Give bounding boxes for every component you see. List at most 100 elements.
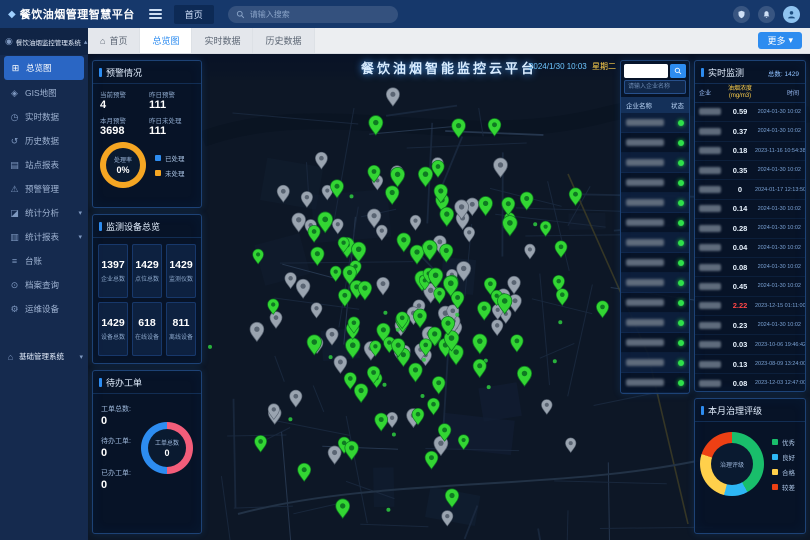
- sidebar-item-base-system[interactable]: ⌂ 基础管理系统 ▾: [0, 343, 88, 370]
- company-list-panel: 企业名称 状态: [620, 60, 690, 394]
- blurred-company-name: [626, 199, 664, 206]
- company-row[interactable]: [621, 373, 689, 393]
- company-row[interactable]: [621, 253, 689, 273]
- chevron-down-icon: ▾: [79, 353, 83, 361]
- tab-历史数据[interactable]: 历史数据: [253, 28, 314, 53]
- company-row[interactable]: [621, 113, 689, 133]
- sidebar-item-stat-report[interactable]: ▥统计报表▾: [0, 225, 88, 249]
- sidebar-item-site-report[interactable]: ▤站点报表: [0, 153, 88, 177]
- realtime-row[interactable]: 0 2024-01-17 12:13:50: [695, 180, 805, 199]
- chevron-down-icon: ▾: [78, 209, 82, 217]
- sidebar-item-overview[interactable]: ⊞总览图: [4, 56, 84, 80]
- company-row[interactable]: [621, 353, 689, 373]
- sidebar-item-stat-analysis[interactable]: ◪统计分析▾: [0, 201, 88, 225]
- sidebar-item-archive[interactable]: ⊙档案查询: [0, 273, 88, 297]
- realtime-row[interactable]: 0.35 2024-01-30 10:02: [695, 161, 805, 180]
- sidebar-item-realtime-data[interactable]: ◷实时数据: [0, 105, 88, 129]
- concentration-value: 0.37: [725, 127, 755, 136]
- blurred-company-name: [699, 147, 725, 154]
- sidebar-system-header[interactable]: ◉ 餐饮油烟监控管理系统 ▴: [0, 28, 88, 55]
- sidebar-item-ledger[interactable]: ≡台账: [0, 249, 88, 273]
- status-online-dot: [678, 160, 684, 166]
- company-row[interactable]: [621, 193, 689, 213]
- more-button[interactable]: 更多 ▾: [758, 32, 802, 49]
- device-icon: ⚙: [9, 304, 20, 315]
- global-search-input[interactable]: [250, 10, 390, 19]
- sidebar-item-label: 档案查询: [25, 279, 59, 291]
- company-row[interactable]: [621, 313, 689, 333]
- map-pin: [540, 221, 551, 236]
- tab-总览图[interactable]: 总览图: [140, 28, 192, 53]
- blurred-company-name: [626, 259, 664, 266]
- company-row[interactable]: [621, 173, 689, 193]
- warning-stat: 本月预警 3698: [100, 115, 145, 138]
- shield-icon[interactable]: [733, 6, 750, 23]
- realtime-row[interactable]: 0.03 2023-10-06 19:46:42: [695, 335, 805, 354]
- map-pin: [307, 335, 321, 355]
- company-row[interactable]: [621, 133, 689, 153]
- company-row[interactable]: [621, 153, 689, 173]
- warning-stat: 当前预警 4: [100, 89, 145, 112]
- device-stat: 1429 点位总数: [132, 244, 162, 298]
- sidebar-item-gis-map[interactable]: ◈GIS地图: [0, 81, 88, 105]
- realtime-row[interactable]: 0.18 2023-11-16 10:54:38: [695, 142, 805, 161]
- search-button[interactable]: [670, 64, 686, 78]
- realtime-row[interactable]: 0.37 2024-01-30 10:02: [695, 122, 805, 141]
- realtime-row[interactable]: 0.59 2024-01-30 10:02: [695, 103, 805, 122]
- workorder-panel-title: 待办工单: [93, 371, 201, 394]
- breadcrumb-home[interactable]: 首页: [174, 5, 214, 24]
- company-row[interactable]: [621, 233, 689, 253]
- sidebar-item-history-data[interactable]: ↺历史数据: [0, 129, 88, 153]
- map-pin: [541, 400, 552, 415]
- warning-stat: 昨日预警 111: [149, 89, 194, 112]
- sidebar: ◉ 餐饮油烟监控管理系统 ▴ ⊞总览图◈GIS地图◷实时数据↺历史数据▤站点报表…: [0, 28, 88, 540]
- realtime-row[interactable]: 0.04 2024-01-30 10:02: [695, 239, 805, 258]
- map-pin: [432, 376, 445, 394]
- sidebar-item-warning-mgmt[interactable]: ⚠预警管理: [0, 177, 88, 201]
- realtime-row[interactable]: 0.23 2024-01-30 10:02: [695, 316, 805, 335]
- realtime-row[interactable]: 0.28 2024-01-30 10:02: [695, 219, 805, 238]
- tab-首页[interactable]: ⌂首页: [88, 28, 140, 53]
- company-row[interactable]: [621, 293, 689, 313]
- device-stat: 618 在线设备: [132, 302, 162, 356]
- sidebar-item-label: 预警管理: [25, 183, 59, 195]
- status-online-dot: [678, 120, 684, 126]
- concentration-value: 0: [725, 185, 755, 194]
- company-rows: [621, 113, 689, 393]
- sidebar-item-devices[interactable]: ⚙运维设备: [0, 297, 88, 321]
- map-pin: [250, 322, 264, 341]
- realtime-panel-title: 实时监测 总数: 1429: [695, 61, 805, 84]
- search-icon: [674, 67, 682, 75]
- map-pin: [328, 446, 341, 464]
- avatar[interactable]: [783, 6, 800, 23]
- ledger-icon: ≡: [9, 256, 20, 266]
- map-pin: [352, 242, 366, 262]
- map-pin: [377, 277, 390, 295]
- warning-stats: 当前预警 4 昨日预警 111 本月预警 3698 昨日未处理 111: [93, 84, 201, 139]
- warning-stat: 昨日未处理 111: [149, 115, 194, 138]
- realtime-row[interactable]: 0.08 2024-01-30 10:02: [695, 258, 805, 277]
- company-name-input[interactable]: [624, 80, 686, 94]
- map-pin: [375, 413, 388, 431]
- realtime-row[interactable]: 0.13 2023-08-09 13:24:00: [695, 355, 805, 374]
- company-row[interactable]: [621, 273, 689, 293]
- realtime-row[interactable]: 2.22 2023-12-15 01:11:00: [695, 297, 805, 316]
- bell-icon[interactable]: [758, 6, 775, 23]
- map-pin: [270, 312, 282, 329]
- menu-toggle-icon[interactable]: [149, 9, 162, 19]
- tab-实时数据[interactable]: 实时数据: [192, 28, 253, 53]
- concentration-value: 0.45: [725, 282, 755, 291]
- realtime-row[interactable]: 0.14 2024-01-30 10:02: [695, 200, 805, 219]
- company-search-row: [621, 61, 689, 80]
- company-row[interactable]: [621, 333, 689, 353]
- map-pin: [502, 197, 515, 215]
- company-search-input[interactable]: [624, 64, 668, 78]
- company-row[interactable]: [621, 213, 689, 233]
- realtime-row[interactable]: 0.45 2024-01-30 10:02: [695, 277, 805, 296]
- realtime-row[interactable]: 0.08 2023-12-03 12:47:00: [695, 374, 805, 391]
- blurred-company-name: [626, 179, 664, 186]
- reading-time: 2024-01-30 10:02: [755, 225, 801, 231]
- chevron-down-icon: ▾: [78, 233, 82, 241]
- status-online-dot: [678, 240, 684, 246]
- blurred-company-name: [699, 283, 725, 290]
